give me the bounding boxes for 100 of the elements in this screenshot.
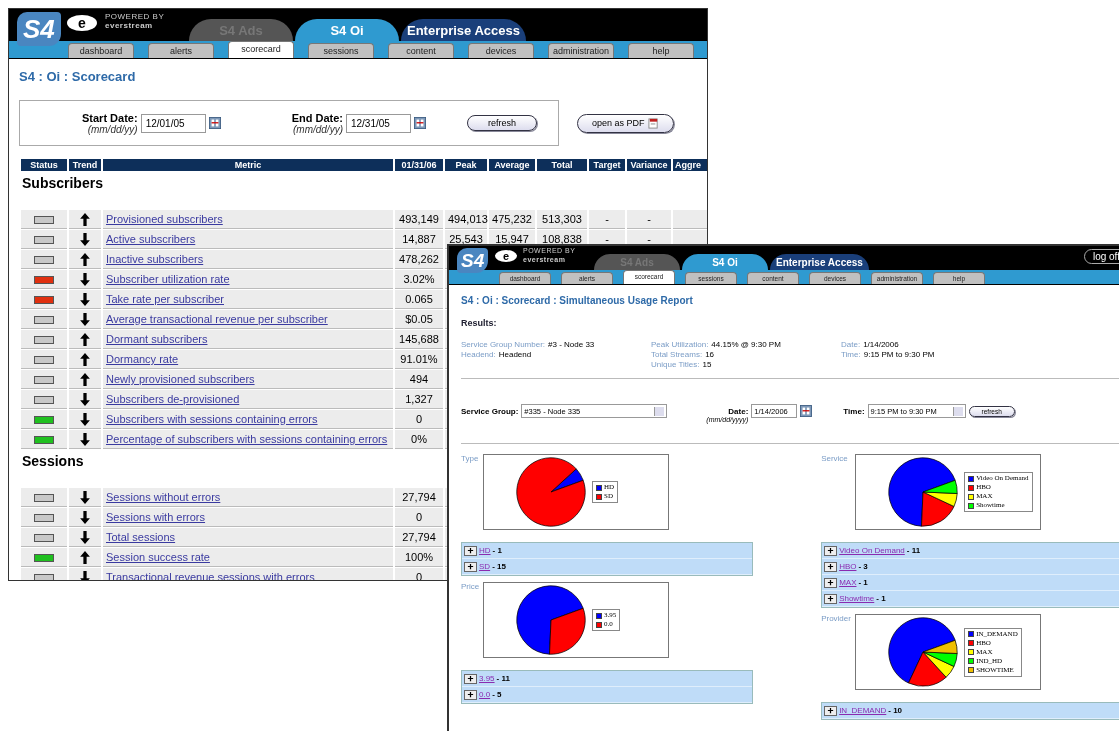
table-cell: 1,327: [395, 390, 443, 409]
section-heading: Subscribers: [22, 174, 103, 191]
page-title: S4 : Oi : Scorecard: [19, 69, 137, 84]
column-header: Trend: [69, 159, 101, 171]
nav-tab[interactable]: devices: [468, 43, 534, 58]
nav-tab[interactable]: alerts: [148, 43, 214, 58]
end-date-field[interactable]: 12/31/05: [345, 113, 411, 133]
column-header: Aggre: [673, 159, 707, 171]
category-link[interactable]: Showtime: [839, 594, 875, 603]
chart-title: Provider: [821, 614, 852, 623]
expand-button[interactable]: [824, 705, 838, 716]
app-tab[interactable]: Enterprise Access: [401, 19, 526, 41]
count-text: - 15: [492, 562, 506, 571]
nav-tab[interactable]: administration: [548, 43, 614, 58]
expand-button[interactable]: [824, 561, 838, 572]
table-cell: 494,013: [445, 210, 487, 229]
plus-icon: [827, 707, 835, 714]
table-cell: $0.05: [395, 310, 443, 329]
pdf-button[interactable]: open as PDF: [577, 113, 674, 133]
plus-icon: [827, 595, 835, 602]
expand-button[interactable]: [464, 689, 477, 700]
category-link[interactable]: IN_DEMAND: [839, 706, 887, 715]
table-cell: 3.02%: [395, 270, 443, 289]
powered-by-text: POWERED BY: [105, 12, 165, 21]
dropdown-icon: [952, 406, 963, 416]
legend-swatch: [968, 658, 975, 664]
section-heading: Sessions: [22, 452, 84, 469]
expand-button[interactable]: [464, 561, 477, 572]
start-date-field[interactable]: 12/01/05: [140, 113, 206, 133]
info-value: 44.15% @ 9:30 PM: [711, 340, 781, 349]
column-header: Target: [589, 159, 625, 171]
metric-link[interactable]: Dormancy rate: [106, 353, 179, 365]
info-value: 9:15 PM to 9:30 PM: [863, 350, 935, 359]
category-link[interactable]: 0.0: [479, 690, 491, 699]
nav-tab[interactable]: sessions: [308, 43, 374, 58]
plus-icon: [467, 563, 474, 570]
plus-icon: [827, 563, 835, 570]
calendar-icon[interactable]: [800, 405, 813, 417]
dropdown-icon: [654, 406, 665, 416]
count-text: - 3: [858, 562, 868, 571]
pdf-icon: [647, 117, 659, 129]
logo: S4: [17, 12, 61, 46]
info-label: Time:: [841, 350, 861, 359]
info-label: Service Group Number:: [461, 340, 546, 349]
category-link[interactable]: HBO: [839, 562, 857, 571]
column-header: Total: [537, 159, 587, 171]
legend-swatch: [596, 484, 602, 491]
column-header: Variance: [627, 159, 671, 171]
category-link[interactable]: SD: [479, 562, 491, 571]
count-text: - 1: [876, 594, 886, 603]
category-link[interactable]: 3.95: [479, 674, 495, 683]
table-cell: 91.01%: [395, 350, 443, 369]
info-value: Headend: [498, 350, 532, 359]
column-header: Status: [21, 159, 67, 171]
table-cell: 145,688: [395, 330, 443, 349]
brand-logo: e: [495, 250, 517, 262]
expand-button[interactable]: [464, 673, 477, 684]
count-text: - 1: [492, 546, 502, 555]
metric-link[interactable]: Total sessions: [106, 531, 176, 543]
metric-link[interactable]: Active subscribers: [106, 233, 196, 245]
count-text: - 10: [888, 706, 903, 715]
calendar-icon[interactable]: [413, 117, 426, 129]
table-cell: 0: [395, 508, 443, 527]
category-link[interactable]: MAX: [839, 578, 857, 587]
category-link[interactable]: Video On Demand: [839, 546, 905, 555]
logo: S4: [457, 248, 489, 273]
plus-icon: [827, 579, 835, 586]
nav-tab[interactable]: help: [628, 43, 694, 58]
category-link[interactable]: HD: [479, 546, 491, 555]
legend-swatch: [968, 475, 975, 482]
legend-swatch: [968, 631, 975, 637]
expand-button[interactable]: [464, 545, 477, 556]
plus-icon: [827, 547, 835, 554]
count-text: - 11: [906, 546, 921, 555]
expand-button[interactable]: [824, 593, 838, 604]
column-header: Peak: [445, 159, 487, 171]
field-label: End Date:: [291, 111, 343, 124]
legend-swatch: [968, 640, 975, 646]
nav-tab[interactable]: scorecard: [228, 41, 294, 58]
nav-tab[interactable]: content: [388, 43, 454, 58]
legend-swatch: [968, 502, 975, 509]
table-cell: 100%: [395, 548, 443, 567]
table-cell: 478,262: [395, 250, 443, 269]
chart-title: Price: [461, 582, 481, 591]
calendar-icon[interactable]: [208, 117, 221, 129]
info-label: Date:: [841, 340, 861, 349]
results-heading: Results:: [461, 318, 498, 328]
field-label: Start Date:: [82, 111, 138, 124]
table-cell: 0.065: [395, 290, 443, 309]
refresh-button[interactable]: refresh: [466, 115, 537, 131]
info-value: 1/14/2006: [863, 340, 899, 349]
expand-button[interactable]: [824, 545, 838, 556]
legend-swatch: [968, 493, 975, 500]
field-label: Service Group:: [461, 406, 519, 416]
app-tab[interactable]: Enterprise Access: [770, 254, 869, 270]
field-hint: (mm/dd/yy): [87, 123, 138, 135]
count-text: - 11: [496, 674, 510, 683]
brand-logo: e: [67, 15, 97, 31]
expand-button[interactable]: [824, 577, 838, 588]
nav-tab[interactable]: dashboard: [68, 43, 134, 58]
